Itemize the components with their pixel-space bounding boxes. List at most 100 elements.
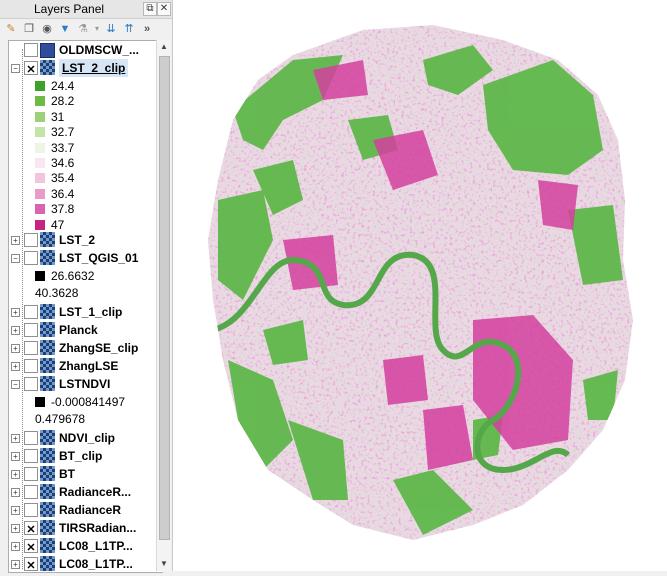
layer-checkbox[interactable] xyxy=(24,233,38,247)
layer-tree-scrollbar[interactable]: ▲ ▼ xyxy=(156,40,171,571)
paint-brush-icon[interactable]: ✎ xyxy=(4,22,18,36)
layer-checkbox[interactable] xyxy=(24,341,38,355)
layer-name: ZhangLSE xyxy=(59,359,119,373)
layer-item[interactable]: − LST_2_clip xyxy=(9,59,163,77)
collapse-icon[interactable]: − xyxy=(11,64,20,73)
legend-swatch xyxy=(35,127,45,138)
expand-icon[interactable]: + xyxy=(11,470,20,479)
layers-panel: Layers Panel ⧉ ✕ ✎ ❐ ◉ ▼ ⚗ ▾ ⇊ ⇈ » OLDMS… xyxy=(0,0,172,573)
legend-swatch xyxy=(35,96,45,107)
legend-swatch xyxy=(35,111,45,122)
expand-icon[interactable]: + xyxy=(11,434,20,443)
scroll-down-icon[interactable]: ▼ xyxy=(157,557,171,571)
restore-icon[interactable]: ⧉ xyxy=(143,2,157,16)
expand-icon[interactable]: + xyxy=(11,308,20,317)
layer-item[interactable]: + LST_2 xyxy=(9,231,163,249)
layer-item[interactable]: + NDVI_clip xyxy=(9,429,163,447)
dropdown-icon[interactable]: ▾ xyxy=(90,22,104,36)
layer-checkbox[interactable] xyxy=(24,503,38,517)
layer-checkbox[interactable] xyxy=(24,539,38,553)
layer-checkbox[interactable] xyxy=(24,431,38,445)
expand-icon[interactable]: + xyxy=(11,506,20,515)
raster-icon xyxy=(40,520,55,535)
layer-item[interactable]: + LST_1_clip xyxy=(9,303,163,321)
layer-name: BT xyxy=(59,467,75,481)
filter-icon[interactable]: ▼ xyxy=(58,22,72,36)
layer-item[interactable]: − LST_QGIS_01 xyxy=(9,249,163,267)
layer-item[interactable]: − LSTNDVI xyxy=(9,375,163,393)
expand-icon[interactable]: + xyxy=(11,542,20,551)
vector-polygon-icon xyxy=(40,43,55,58)
layer-item[interactable]: + TIRSRadian... xyxy=(9,519,163,537)
raster-icon xyxy=(40,448,55,463)
expand-all-icon[interactable]: ⇊ xyxy=(104,22,118,36)
layer-name: LST_1_clip xyxy=(59,305,123,319)
layer-checkbox[interactable] xyxy=(24,557,38,571)
legend-swatch xyxy=(35,81,45,91)
layer-item[interactable]: + BT_clip xyxy=(9,447,163,465)
raster-icon xyxy=(40,340,55,355)
layer-item[interactable]: + Planck xyxy=(9,321,163,339)
layer-name: LC08_L1TP... xyxy=(59,539,133,553)
eye-icon[interactable]: ◉ xyxy=(40,22,54,36)
legend-swatch xyxy=(35,188,45,199)
layer-name: RadianceR... xyxy=(59,485,132,499)
layer-name: LC08_L1TP... xyxy=(59,557,133,571)
layer-name: LST_2 xyxy=(59,233,96,247)
more-icon[interactable]: » xyxy=(140,22,154,36)
lst-raster-map xyxy=(208,25,633,540)
layer-item[interactable]: + ZhangSE_clip xyxy=(9,339,163,357)
layer-name: OLDMSCW_... xyxy=(59,43,139,57)
expand-icon[interactable]: + xyxy=(11,236,20,245)
layer-checkbox[interactable] xyxy=(24,251,38,265)
legend-max: 40.3628 xyxy=(35,286,79,300)
layer-item[interactable]: + BT xyxy=(9,465,163,483)
raster-icon xyxy=(40,484,55,499)
layer-item[interactable]: + RadianceR... xyxy=(9,483,163,501)
layer-item[interactable]: + LC08_L1TP... xyxy=(9,555,163,572)
raster-icon xyxy=(40,430,55,445)
expand-icon[interactable]: + xyxy=(11,326,20,335)
expand-icon[interactable]: + xyxy=(11,344,20,353)
layer-name: LST_2_clip xyxy=(59,59,129,77)
legend-min: 26.6632 xyxy=(51,269,95,283)
legend-swatch xyxy=(35,158,45,168)
layer-checkbox[interactable] xyxy=(24,521,38,535)
layer-checkbox[interactable] xyxy=(24,377,38,391)
raster-icon xyxy=(40,232,55,247)
layer-checkbox[interactable] xyxy=(24,467,38,481)
expand-icon[interactable]: + xyxy=(11,524,20,533)
layer-checkbox[interactable] xyxy=(24,61,38,75)
expand-icon[interactable]: + xyxy=(11,488,20,497)
layer-item[interactable]: + RadianceR xyxy=(9,501,163,519)
collapse-icon[interactable]: − xyxy=(11,254,20,263)
close-icon[interactable]: ✕ xyxy=(157,2,171,16)
expand-icon[interactable]: + xyxy=(11,362,20,371)
map-canvas[interactable] xyxy=(172,0,667,571)
add-group-icon[interactable]: ❐ xyxy=(22,22,36,36)
raster-icon xyxy=(40,376,55,391)
raster-icon xyxy=(40,466,55,481)
collapse-all-icon[interactable]: ⇈ xyxy=(122,22,136,36)
layer-item[interactable]: + LC08_L1TP... xyxy=(9,537,163,555)
layer-checkbox[interactable] xyxy=(24,43,38,57)
layer-checkbox[interactable] xyxy=(24,323,38,337)
scroll-up-icon[interactable]: ▲ xyxy=(157,40,171,54)
filter-legend-icon[interactable]: ⚗ xyxy=(76,22,90,36)
layer-item[interactable]: + ZhangLSE xyxy=(9,357,163,375)
layer-name: ZhangSE_clip xyxy=(59,341,139,355)
collapse-icon[interactable]: − xyxy=(11,380,20,389)
layer-name: NDVI_clip xyxy=(59,431,116,445)
scroll-thumb[interactable] xyxy=(159,56,170,540)
layer-checkbox[interactable] xyxy=(24,449,38,463)
layer-checkbox[interactable] xyxy=(24,359,38,373)
layer-checkbox[interactable] xyxy=(24,305,38,319)
layer-item[interactable]: OLDMSCW_... xyxy=(9,41,163,59)
legend-swatch xyxy=(35,219,45,230)
expand-icon[interactable]: + xyxy=(11,452,20,461)
layer-checkbox[interactable] xyxy=(24,485,38,499)
legend-value: 47 xyxy=(51,217,65,232)
layers-toolbar: ✎ ❐ ◉ ▼ ⚗ ▾ ⇊ ⇈ » xyxy=(0,19,172,39)
layer-tree: OLDMSCW_... − LST_2_clip + LST_2 − LST_Q… xyxy=(8,40,163,573)
expand-icon[interactable]: + xyxy=(11,560,20,569)
